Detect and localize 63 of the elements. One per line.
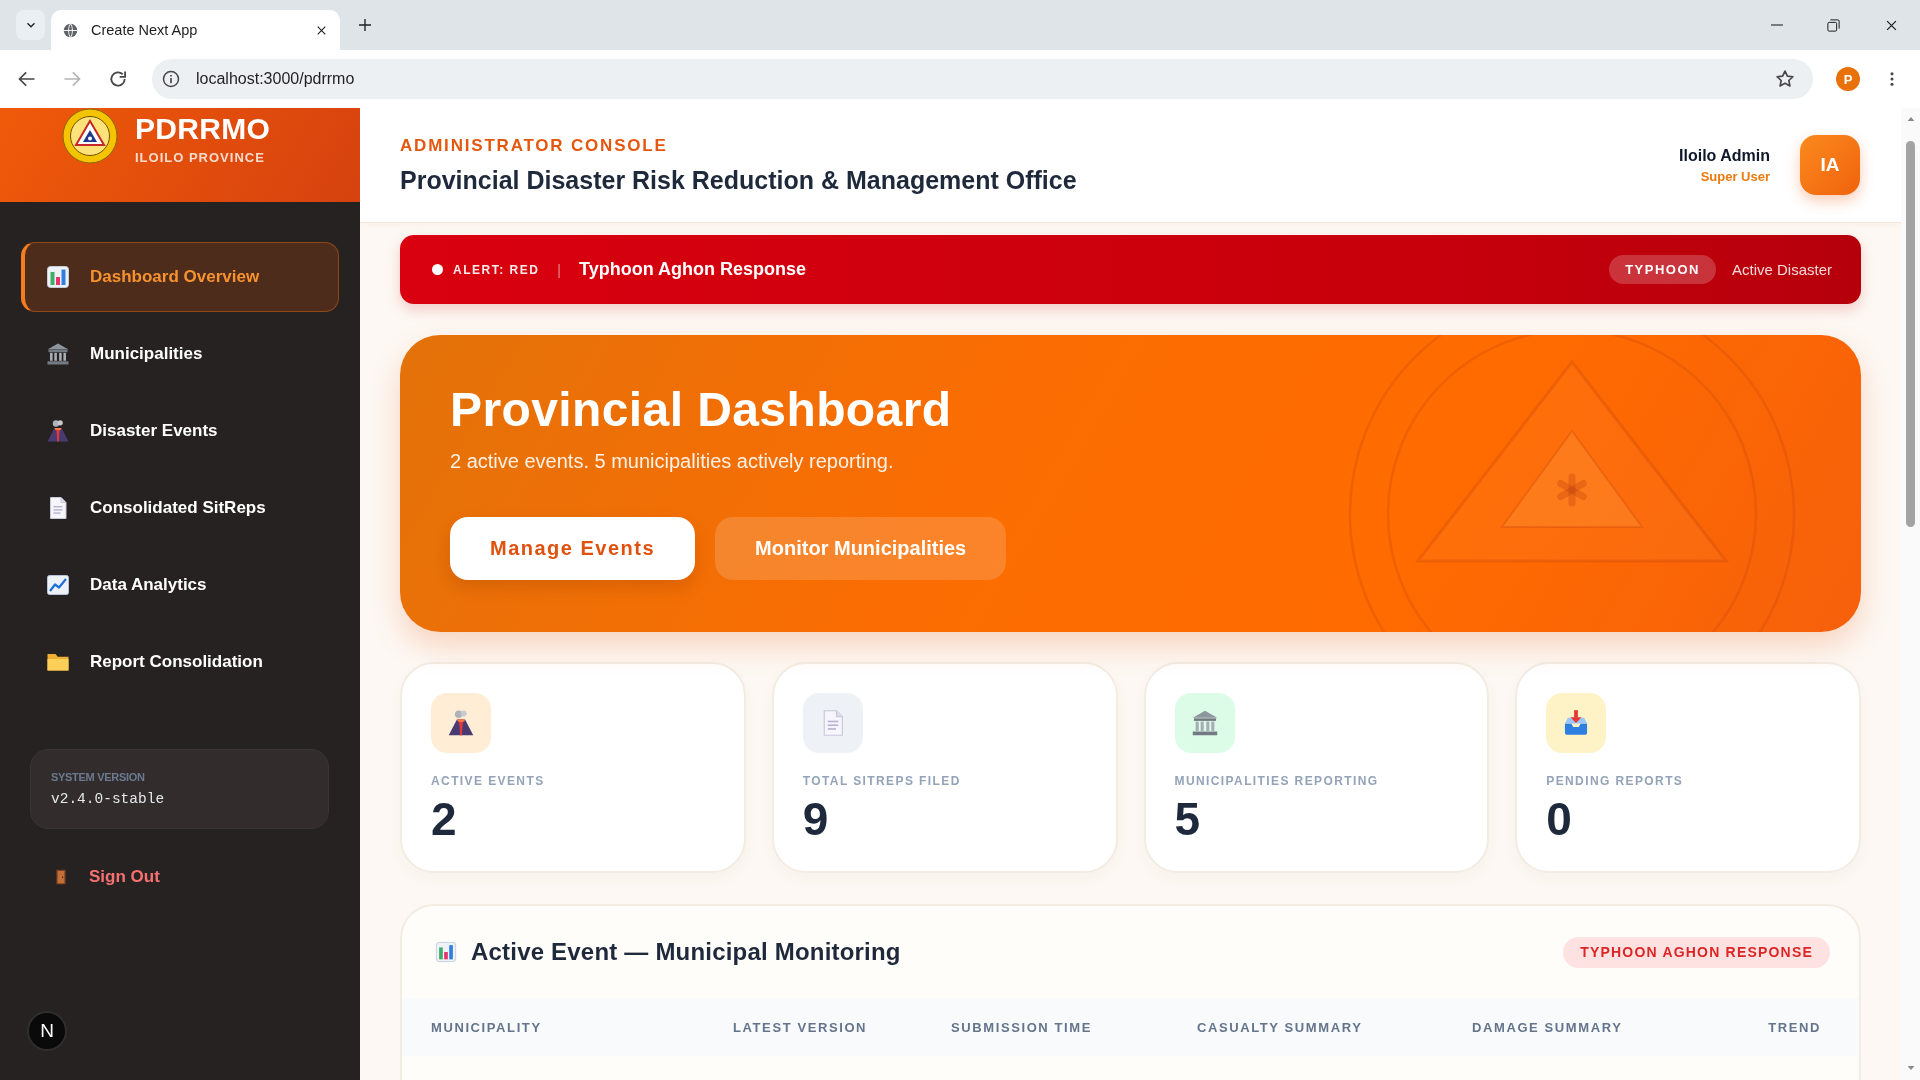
globe-icon bbox=[62, 21, 79, 39]
alert-dot-icon bbox=[432, 264, 443, 275]
scrollbar[interactable] bbox=[1901, 108, 1920, 1080]
scroll-up-icon[interactable] bbox=[1905, 115, 1916, 123]
console-label: ADMINISTRATOR CONSOLE bbox=[400, 136, 668, 156]
building-icon bbox=[46, 342, 70, 366]
stat-label: MUNICIPALITIES REPORTING bbox=[1174, 773, 1379, 789]
column-header: CASUALTY SUMMARY bbox=[1197, 1019, 1363, 1035]
section-title: Active Event — Municipal Monitoring bbox=[471, 938, 901, 966]
column-header: SUBMISSION TIME bbox=[951, 1019, 1092, 1035]
restore-icon[interactable] bbox=[1826, 17, 1841, 33]
star-icon[interactable] bbox=[1775, 69, 1795, 89]
scroll-down-icon[interactable] bbox=[1905, 1064, 1916, 1072]
url-text: localhost:3000/pdrrmo bbox=[196, 70, 355, 88]
alert-separator: | bbox=[557, 261, 561, 278]
nav-item[interactable]: Municipalities bbox=[21, 319, 339, 389]
alert-status: Active Disaster bbox=[1731, 261, 1832, 278]
stat-label: ACTIVE EVENTS bbox=[431, 773, 545, 789]
scrollbar-thumb[interactable] bbox=[1906, 141, 1915, 527]
hero-subtitle: 2 active events. 5 municipalities actively reporting. bbox=[450, 449, 894, 473]
browser-tab[interactable]: Create Next App bbox=[51, 10, 340, 50]
nav-item[interactable]: Consolidated SitReps bbox=[21, 473, 339, 543]
sign-out-button[interactable]: Sign Out bbox=[21, 852, 160, 902]
plus-icon[interactable] bbox=[357, 17, 373, 33]
stat-value: 5 bbox=[1174, 796, 1201, 842]
alert-level: ALERT: RED bbox=[453, 262, 540, 277]
column-header: MUNICIPALITY bbox=[431, 1019, 542, 1035]
brand-subtitle: ILOILO PROVINCE bbox=[135, 150, 265, 166]
line-chart-icon bbox=[46, 573, 70, 597]
volcano-icon bbox=[46, 419, 70, 443]
column-header: DAMAGE SUMMARY bbox=[1472, 1019, 1623, 1035]
stat-label: TOTAL SITREPS FILED bbox=[802, 773, 961, 789]
stat-value: 0 bbox=[1546, 796, 1572, 842]
nav-item[interactable]: Disaster Events bbox=[21, 396, 339, 466]
address-bar[interactable]: localhost:3000/pdrrmo bbox=[152, 59, 1813, 99]
stat-value: 2 bbox=[431, 796, 457, 842]
disaster-type-tag: TYPHOON bbox=[1609, 255, 1716, 284]
inbox-tray-icon bbox=[1546, 693, 1607, 753]
brand-name: PDRRMO bbox=[135, 114, 271, 144]
volcano-icon bbox=[431, 693, 491, 753]
event-badge: TYPHOON AGHON RESPONSE bbox=[1563, 936, 1830, 968]
version-label: SYSTEM VERSION bbox=[51, 770, 145, 784]
bar-chart-icon bbox=[46, 265, 70, 289]
document-icon bbox=[802, 693, 863, 753]
nav-item[interactable]: Dashboard Overview bbox=[21, 242, 339, 312]
nav-item[interactable]: Data Analytics bbox=[21, 550, 339, 620]
bar-chart-icon bbox=[435, 941, 457, 963]
hero-title: Provincial Dashboard bbox=[450, 383, 952, 437]
reload-icon[interactable] bbox=[108, 69, 128, 89]
column-header: LATEST VERSION bbox=[733, 1019, 868, 1035]
stat-value: 9 bbox=[802, 796, 829, 842]
column-header: TREND bbox=[1768, 1019, 1821, 1035]
user-role: Super User bbox=[1700, 168, 1770, 185]
primary-button[interactable]: Manage Events bbox=[450, 517, 696, 580]
alert-title: Typhoon Aghon Response bbox=[579, 259, 806, 280]
back-arrow-icon[interactable] bbox=[17, 69, 37, 89]
user-name: Iloilo Admin bbox=[1679, 145, 1770, 166]
building-icon bbox=[1174, 693, 1235, 753]
info-icon[interactable] bbox=[162, 70, 180, 88]
page-title: Provincial Disaster Risk Reduction & Management Office bbox=[400, 166, 1077, 194]
version-value: v2.4.0-stable bbox=[51, 790, 165, 808]
stat-label: PENDING REPORTS bbox=[1546, 773, 1684, 789]
nav-item[interactable]: Report Consolidation bbox=[21, 627, 339, 697]
